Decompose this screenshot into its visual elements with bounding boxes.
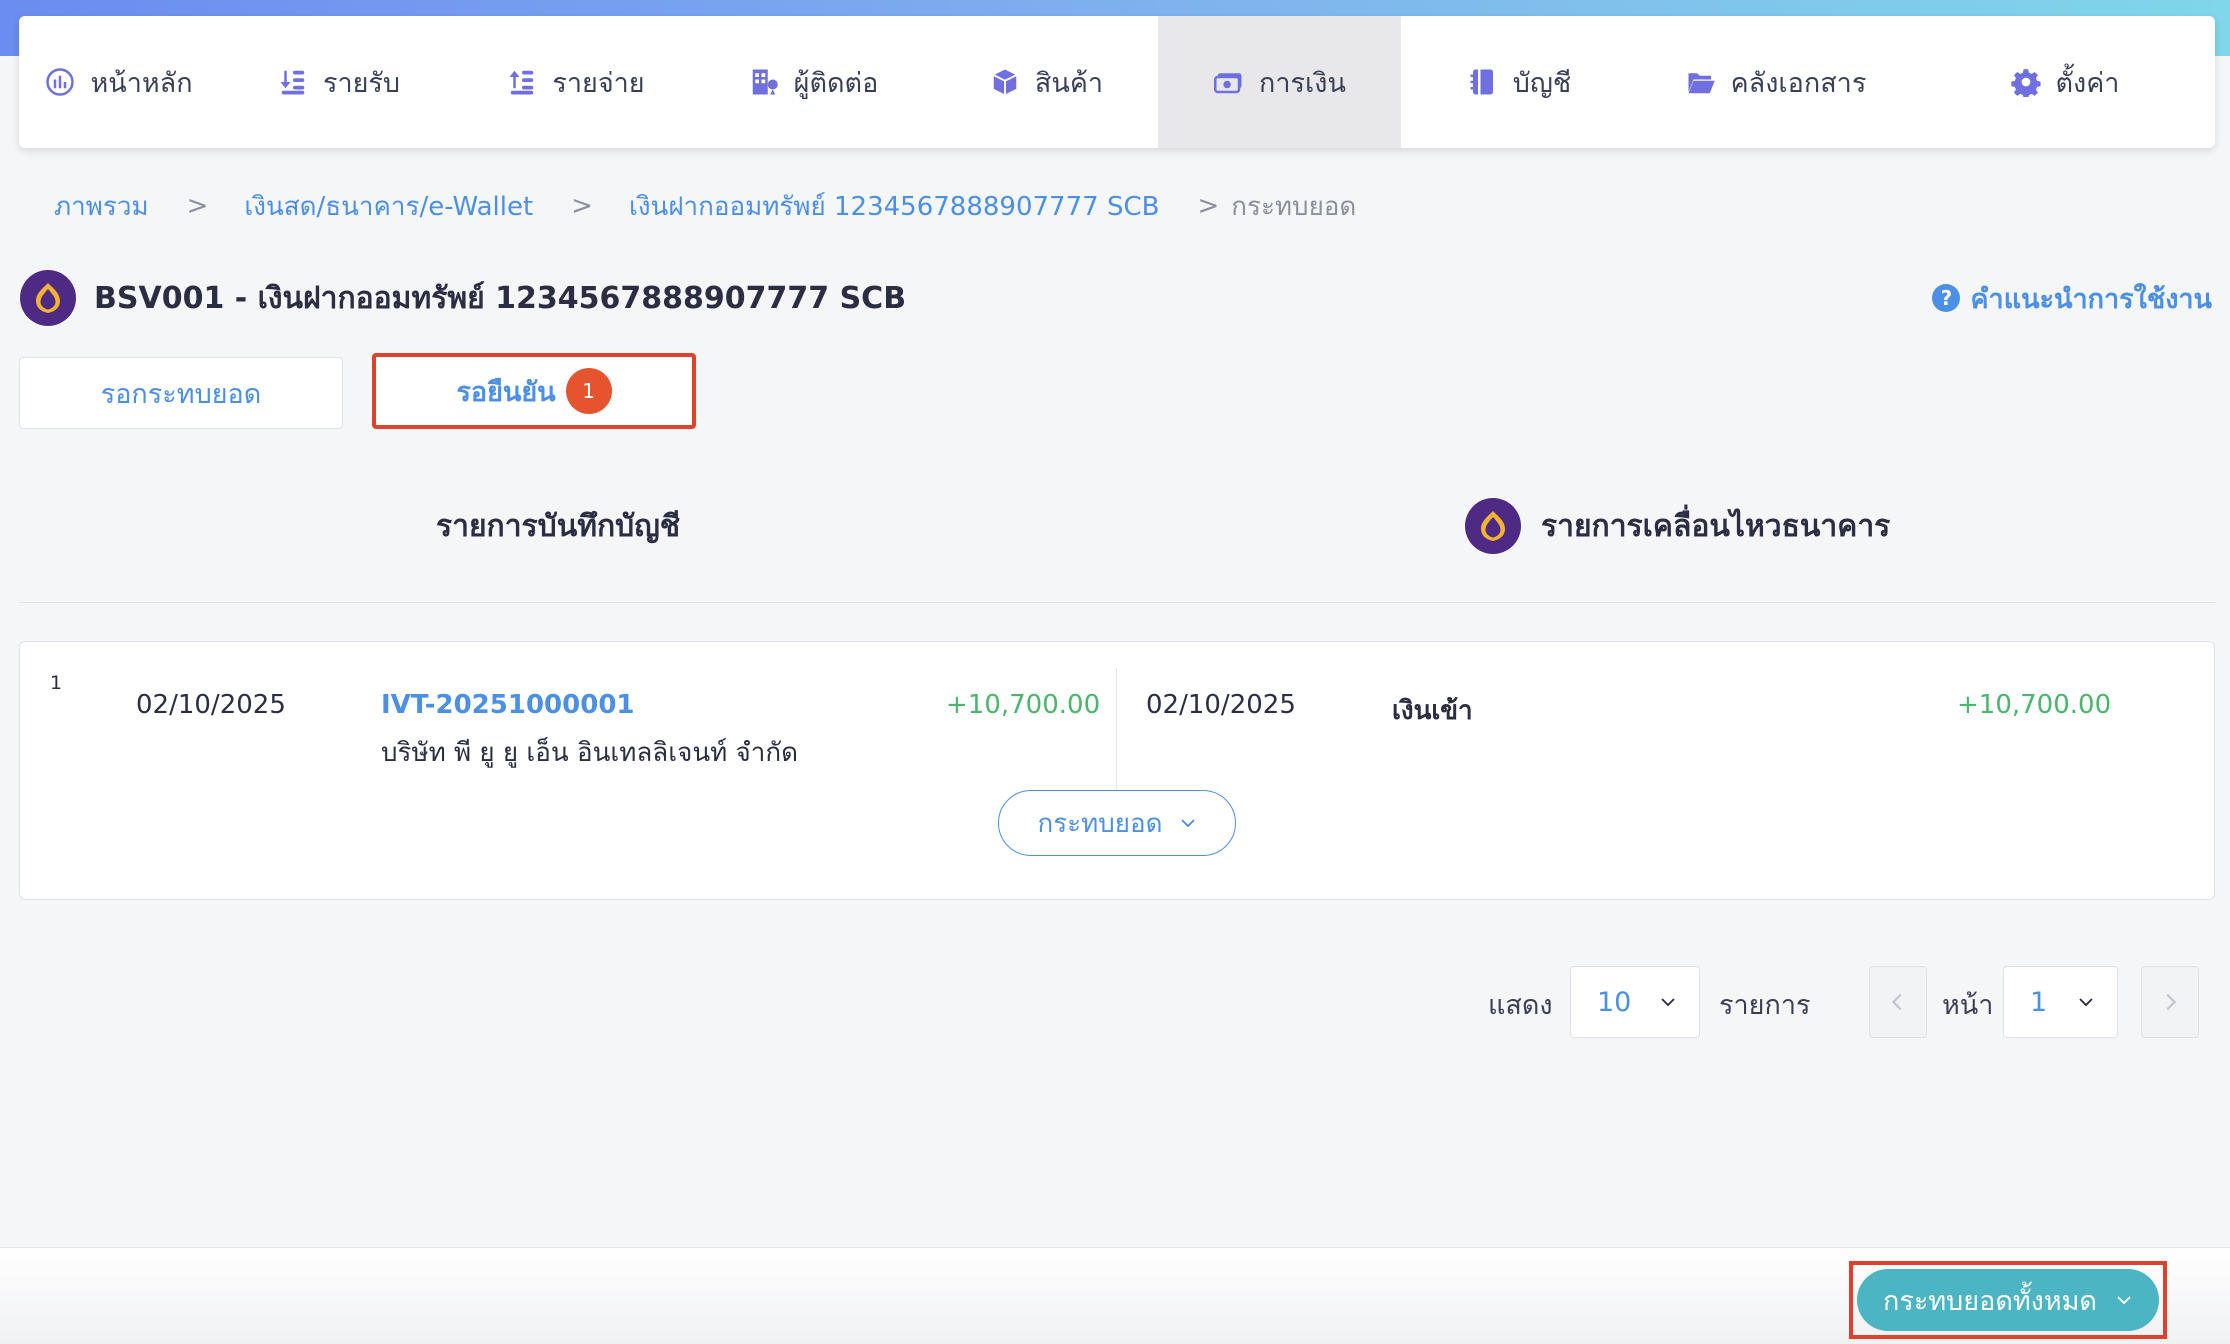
nav-label: หน้าหลัก xyxy=(90,67,193,99)
nav-item-finance[interactable]: การเงิน xyxy=(1158,16,1401,148)
money-icon xyxy=(1213,66,1245,98)
nav-item-settings[interactable]: ตั้งค่า xyxy=(1914,16,2215,148)
page-label: หน้า xyxy=(1942,990,1994,1021)
income-icon xyxy=(277,66,309,98)
page-header: BSV001 - เงินฝากออมทรัพย์ 12345678889077… xyxy=(20,270,906,326)
chevron-down-icon xyxy=(1661,998,1675,1007)
breadcrumb-cash-bank[interactable]: เงินสด/ธนาคาร/e-Wallet xyxy=(244,186,533,227)
bank-logo-icon xyxy=(20,270,76,326)
count-badge: 1 xyxy=(565,368,612,414)
breadcrumb-separator: > xyxy=(1197,191,1220,221)
main-nav: หน้าหลัก รายรับ รายจ่าย ผู้ติดต่อ สินค้า… xyxy=(19,16,2215,148)
document-number-link[interactable]: IVT-20251000001 xyxy=(381,690,635,720)
help-icon: ? xyxy=(1932,284,1961,312)
bank-movements-heading: รายการเคลื่อนไหวธนาคาร xyxy=(1465,498,1891,554)
nav-label: คลังเอกสาร xyxy=(1730,67,1867,99)
reconcile-label: กระทบยอด xyxy=(1037,808,1163,839)
nav-label: รายรับ xyxy=(322,67,401,99)
breadcrumb: ภาพรวม > เงินสด/ธนาคาร/e-Wallet > เงินฝา… xyxy=(54,184,1356,228)
chevron-right-icon xyxy=(2166,993,2177,1011)
page-number-select[interactable]: 1 xyxy=(2003,966,2118,1038)
box-icon xyxy=(989,66,1021,98)
chevron-left-icon xyxy=(1891,993,1902,1011)
help-label: คำแนะนำการใช้งาน xyxy=(1970,283,2212,315)
breadcrumb-separator: > xyxy=(186,191,209,221)
breadcrumb-current: กระทบยอด xyxy=(1231,191,1357,222)
nav-label: สินค้า xyxy=(1034,67,1104,99)
nav-item-expense[interactable]: รายจ่าย xyxy=(459,16,692,148)
dashboard-icon xyxy=(44,66,76,98)
nav-label: บัญชี xyxy=(1512,67,1572,99)
nav-item-income[interactable]: รายรับ xyxy=(218,16,459,148)
nav-item-documents[interactable]: คลังเอกสาร xyxy=(1637,16,1914,148)
nav-item-accounting[interactable]: บัญชี xyxy=(1401,16,1637,148)
reconcile-all-button[interactable]: กระทบยอดทั้งหมด xyxy=(1857,1269,2159,1331)
page-title: BSV001 - เงินฝากออมทรัพย์ 12345678889077… xyxy=(94,280,907,316)
nav-label: รายจ่าย xyxy=(552,67,645,99)
breadcrumb-separator: > xyxy=(571,191,593,221)
chevron-down-icon xyxy=(1180,819,1195,828)
reconcile-all-highlight: กระทบยอดทั้งหมด xyxy=(1849,1261,2167,1339)
folder-icon xyxy=(1685,66,1717,98)
book-date: 02/10/2025 xyxy=(136,690,286,720)
chevron-down-icon xyxy=(2117,1296,2131,1305)
nav-label: ตั้งค่า xyxy=(2055,67,2120,99)
tab-label: รอกระทบยอด xyxy=(100,378,262,410)
page-size-value: 10 xyxy=(1597,986,1632,1018)
tab-pending-reconcile[interactable]: รอกระทบยอด xyxy=(19,357,343,429)
breadcrumb-overview[interactable]: ภาพรวม xyxy=(54,186,149,227)
bank-movements-title: รายการเคลื่อนไหวธนาคาร xyxy=(1541,508,1891,544)
bank-description: เงินเข้า xyxy=(1392,696,1473,726)
prev-page-button[interactable] xyxy=(1869,966,1927,1038)
next-page-button[interactable] xyxy=(2141,966,2199,1038)
reconcile-button[interactable]: กระทบยอด xyxy=(998,790,1236,856)
ledger-icon xyxy=(1467,66,1499,98)
help-link[interactable]: ? คำแนะนำการใช้งาน xyxy=(1932,278,2212,318)
nav-item-home[interactable]: หน้าหลัก xyxy=(19,16,218,148)
table-row: 1 02/10/2025 IVT-20251000001 บริษัท พี ย… xyxy=(19,641,2215,900)
page-size-select[interactable]: 10 xyxy=(1570,966,1700,1038)
bank-logo-icon xyxy=(1465,498,1521,554)
row-number: 1 xyxy=(50,672,63,694)
nav-item-products[interactable]: สินค้า xyxy=(934,16,1158,148)
tab-label: รอยืนยัน xyxy=(456,376,556,408)
show-label: แสดง xyxy=(1488,990,1553,1021)
chevron-down-icon xyxy=(2079,998,2093,1007)
book-amount: +10,700.00 xyxy=(946,690,1101,720)
contact-name: บริษัท พี ยู ยู เอ็น อินเทลลิเจนท์ จำกัด xyxy=(381,738,798,768)
header-divider xyxy=(19,602,2215,603)
gear-icon xyxy=(2010,66,2042,98)
breadcrumb-account[interactable]: เงินฝากออมทรัพย์ 1234567888907777 SCB xyxy=(629,186,1159,227)
nav-label: การเงิน xyxy=(1259,67,1346,99)
book-entries-heading: รายการบันทึกบัญชี xyxy=(436,508,681,544)
items-label: รายการ xyxy=(1719,990,1811,1021)
contacts-icon xyxy=(748,66,780,98)
bank-date: 02/10/2025 xyxy=(1146,690,1296,720)
nav-item-contacts[interactable]: ผู้ติดต่อ xyxy=(692,16,934,148)
bank-amount: +10,700.00 xyxy=(1957,690,2112,720)
expense-icon xyxy=(506,66,538,98)
nav-label: ผู้ติดต่อ xyxy=(793,67,879,99)
page-number-value: 1 xyxy=(2030,986,2048,1018)
tab-pending-confirm[interactable]: รอยืนยัน 1 xyxy=(372,353,696,429)
reconcile-all-label: กระทบยอดทั้งหมด xyxy=(1883,1285,2097,1317)
